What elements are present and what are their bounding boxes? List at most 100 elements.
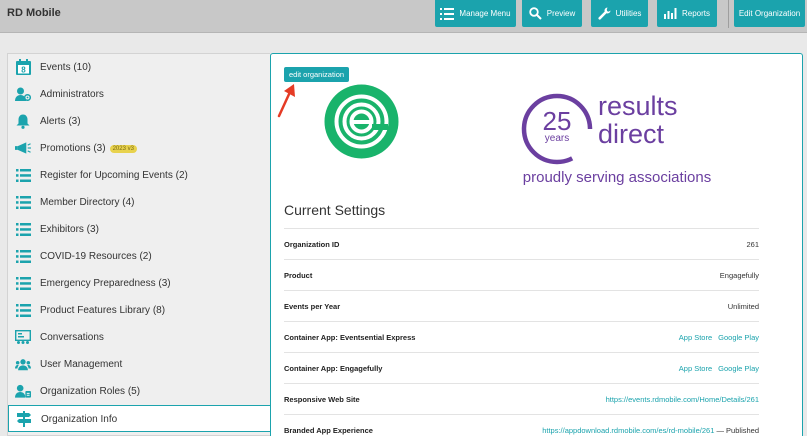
reports-button[interactable]: Reports [657,0,717,27]
preview-button[interactable]: Preview [522,0,582,27]
top-bar: RD Mobile Manage Menu Preview Utilities … [0,0,807,33]
logo-tagline: proudly serving associations [522,169,712,186]
edit-organization-button[interactable]: Edit Organization [734,0,805,27]
logo-line1: results [598,91,678,121]
sidebar-item-label: Exhibitors (3) [40,224,99,235]
sidebar-item-promotions[interactable]: Promotions (3) 2023 v3 [8,135,271,162]
sidebar-item-label: COVID-19 Resources (2) [40,251,152,262]
edit-organization-label: Edit Organization [738,9,801,18]
sidebar-item-user-management[interactable]: User Management [8,351,271,378]
menu-list-icon [440,7,455,20]
preview-label: Preview [546,9,576,18]
calendar-icon: 8 [15,59,31,75]
sidebar-item-label: Product Features Library (8) [40,305,166,316]
app-store-link[interactable]: App Store [679,333,712,342]
version-badge: 2023 v3 [109,145,137,153]
sidebar-item-label: Events (10) [40,62,92,73]
roles-icon [15,383,31,399]
sidebar-item-label: Member Directory (4) [40,197,135,208]
setting-value: App Store Google Play [679,364,759,373]
sidebar-item-events[interactable]: 8 Events (10) [8,54,271,81]
branded-app-link[interactable]: https://appdownload.rdmobile.com/es/rd-m… [542,426,714,435]
red-arrow-icon [277,84,295,118]
setting-label: Container App: Engagefully [284,364,383,373]
megaphone-icon [15,140,31,156]
setting-value: App Store Google Play [679,333,759,342]
utilities-label: Utilities [615,9,642,18]
manage-menu-button[interactable]: Manage Menu [435,0,516,27]
logo-line2: direct [598,119,665,149]
sidebar-item-label: Organization Roles (5) [40,386,141,397]
responsive-web-link[interactable]: https://events.rdmobile.com/Home/Details… [606,395,759,404]
sidebar-item-administrators[interactable]: Administrators [8,81,271,108]
wrench-icon [598,7,611,20]
utilities-button[interactable]: Utilities [591,0,648,27]
sidebar-item-label: User Management [40,359,123,370]
signpost-icon [16,411,32,427]
sidebar-item-alerts[interactable]: Alerts (3) [8,108,271,135]
section-title: Current Settings [284,202,386,218]
sidebar-item-organization-info[interactable]: Organization Info [8,405,271,432]
app-title: RD Mobile [7,7,61,19]
sidebar-item-label: Conversations [40,332,104,343]
setting-value: https://appdownload.rdmobile.com/es/rd-m… [542,426,759,435]
list-icon [15,302,31,318]
sidebar-item-exhibitors[interactable]: Exhibitors (3) [8,216,271,243]
settings-row-responsive-web: Responsive Web Site https://events.rdmob… [284,383,759,414]
bell-icon [15,113,31,129]
list-icon [15,248,31,264]
sidebar-item-label: Register for Upcoming Events (2) [40,170,188,181]
users-icon [15,356,31,372]
sidebar-item-emergency-preparedness[interactable]: Emergency Preparedness (3) [8,270,271,297]
search-icon [529,7,542,20]
settings-row-organization-id: Organization ID 261 [284,228,759,259]
list-icon [15,194,31,210]
settings-row-product: Product Engagefully [284,259,759,290]
sidebar: 8 Events (10) Administrators Alerts (3) … [7,53,271,436]
setting-value: Engagefully [719,271,759,280]
sidebar-item-label-wrap: Promotions (3) 2023 v3 [40,143,137,154]
sidebar-item-label: Alerts (3) [40,116,81,127]
reports-label: Reports [681,9,710,18]
manage-menu-label: Manage Menu [459,9,511,18]
sidebar-item-label: Organization Info [41,414,118,425]
bar-chart-icon [663,8,677,19]
logo-years: years [544,133,570,144]
edit-organization-inline-button[interactable]: edit organization [284,67,350,82]
sidebar-item-conversations[interactable]: Conversations [8,324,271,351]
engagefully-logo [324,84,399,159]
sidebar-item-organization-roles[interactable]: Organization Roles (5) [8,378,271,405]
setting-label: Responsive Web Site [284,395,360,404]
sidebar-item-product-features-library[interactable]: Product Features Library (8) [8,297,271,324]
toolbar-divider [728,0,729,28]
setting-value: https://events.rdmobile.com/Home/Details… [606,395,759,404]
settings-row-branded-app: Branded App Experience https://appdownlo… [284,414,759,436]
setting-label: Branded App Experience [284,426,373,435]
google-play-link[interactable]: Google Play [718,364,759,373]
sidebar-item-label: Emergency Preparedness (3) [40,278,171,289]
list-icon [15,275,31,291]
setting-label: Container App: Eventsential Express [284,333,416,342]
setting-label: Product [284,271,313,280]
organization-info-panel: edit organization 25 years results direc… [270,53,803,436]
app-store-link[interactable]: App Store [679,364,712,373]
settings-row-events-per-year: Events per Year Unlimited [284,290,759,321]
sidebar-item-label: Administrators [40,89,104,100]
setting-label: Events per Year [284,302,341,311]
svg-text:8: 8 [21,66,26,75]
admin-user-icon [15,86,31,102]
sidebar-item-register-upcoming-events[interactable]: Register for Upcoming Events (2) [8,162,271,189]
sidebar-item-member-directory[interactable]: Member Directory (4) [8,189,271,216]
list-icon [15,167,31,183]
results-direct-logo: 25 years results direct proudly serving … [517,89,717,189]
google-play-link[interactable]: Google Play [718,333,759,342]
list-icon [15,221,31,237]
sidebar-item-covid-resources[interactable]: COVID-19 Resources (2) [8,243,271,270]
setting-value: 261 [746,240,759,249]
conversation-icon [15,329,31,345]
setting-label: Organization ID [284,240,340,249]
setting-value: Unlimited [727,302,759,311]
settings-row-container-express: Container App: Eventsential Express App … [284,321,759,352]
published-status: — Published [716,426,759,435]
settings-row-container-engagefully: Container App: Engagefully App Store Goog… [284,352,759,383]
